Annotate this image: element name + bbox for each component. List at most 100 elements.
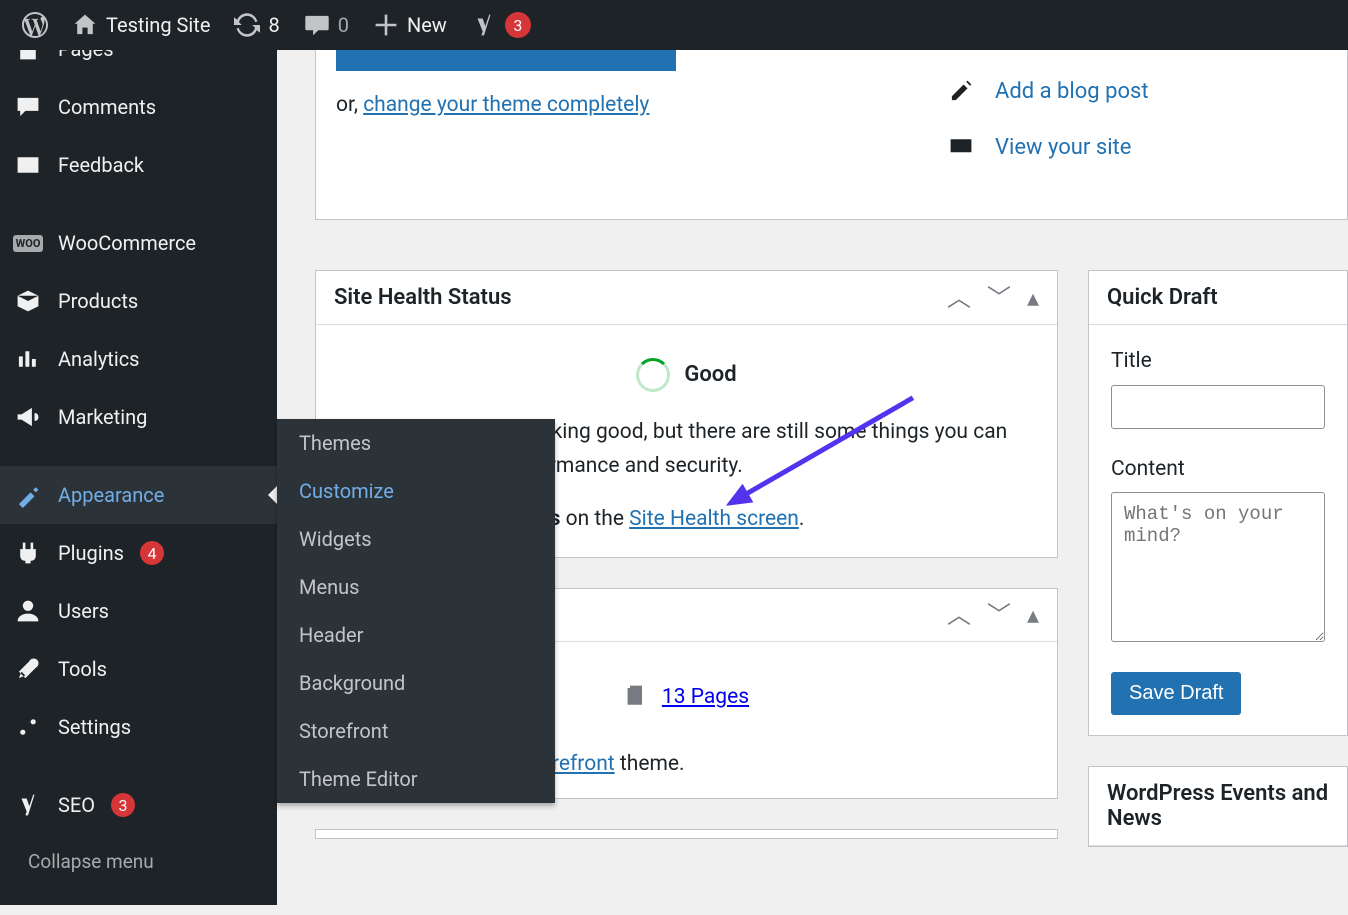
sidebar-item-woocommerce[interactable]: WOO WooCommerce [0, 214, 277, 272]
widget-header: WordPress Events and News [1089, 767, 1347, 846]
yoast-badge: 3 [505, 12, 531, 38]
toggle-icon[interactable]: ▴ [1027, 603, 1039, 627]
draft-title-input[interactable] [1111, 385, 1325, 429]
pages-count-link[interactable]: 13 Pages [662, 685, 749, 709]
status-label: Good [684, 357, 736, 392]
submenu-item-widgets[interactable]: Widgets [277, 515, 555, 563]
appearance-icon [14, 481, 42, 509]
status-row: Good [338, 357, 1035, 392]
sidebar-item-seo[interactable]: SEO 3 [0, 776, 277, 834]
sidebar-item-settings[interactable]: Settings [0, 698, 277, 756]
quick-draft-widget: Quick Draft Title Content Save Draft [1088, 270, 1348, 736]
save-draft-button[interactable]: Save Draft [1111, 672, 1241, 715]
site-title: Testing Site [106, 13, 210, 37]
wp-logo-menu[interactable] [10, 0, 60, 50]
new-content-menu[interactable]: New [361, 0, 459, 50]
change-theme-link[interactable]: change your theme completely [363, 93, 649, 117]
sidebar-item-comments[interactable]: Comments [0, 78, 277, 136]
move-up-icon[interactable]: ︿ [947, 603, 971, 627]
toggle-icon[interactable]: ▴ [1027, 286, 1039, 310]
admin-sidebar: Pages Comments Feedback WOO WooCommerce … [0, 50, 277, 905]
events-widget: WordPress Events and News [1088, 766, 1348, 847]
change-theme-row: or, change your theme completely [336, 93, 947, 117]
welcome-view-site[interactable]: View your site [947, 133, 1327, 161]
woocommerce-icon: WOO [14, 229, 42, 257]
widget-header: Site Health Status ︿ ﹀ ▴ [316, 271, 1057, 325]
sidebar-item-label: SEO [58, 793, 95, 817]
sidebar-item-appearance[interactable]: Appearance [0, 466, 277, 524]
title-field-label: Title [1111, 345, 1325, 379]
yoast-icon [471, 12, 497, 38]
updates-link[interactable]: 8 [222, 0, 291, 50]
widget-actions: ︿ ﹀ ▴ [947, 603, 1039, 627]
status-circle-icon [636, 358, 670, 392]
feedback-icon [14, 151, 42, 179]
welcome-link[interactable]: Add a blog post [995, 79, 1149, 104]
products-icon [14, 287, 42, 315]
widget-title: WordPress Events and News [1107, 781, 1329, 831]
comments-link[interactable]: 0 [292, 0, 361, 50]
settings-icon [14, 713, 42, 741]
welcome-add-blog-post[interactable]: Add a blog post [947, 77, 1327, 105]
submenu-item-themes[interactable]: Themes [277, 419, 555, 467]
comments-count: 0 [338, 13, 349, 37]
marketing-icon [14, 403, 42, 431]
pages-stack-icon [624, 682, 648, 712]
sidebar-item-analytics[interactable]: Analytics [0, 330, 277, 388]
sidebar-item-users[interactable]: Users [0, 582, 277, 640]
admin-bar: Testing Site 8 0 New 3 [0, 0, 1348, 50]
sidebar-item-feedback[interactable]: Feedback [0, 136, 277, 194]
submenu-item-storefront[interactable]: Storefront [277, 707, 555, 755]
updates-count: 8 [268, 13, 279, 37]
content-field-label: Content [1111, 453, 1325, 487]
users-icon [14, 597, 42, 625]
sidebar-item-label: Feedback [58, 153, 144, 177]
sidebar-item-label: Tools [58, 657, 107, 681]
submenu-item-header[interactable]: Header [277, 611, 555, 659]
sidebar-item-label: Appearance [58, 483, 164, 507]
submenu-item-background[interactable]: Background [277, 659, 555, 707]
widget-body: Title Content Save Draft [1089, 325, 1347, 735]
submenu-item-menus[interactable]: Menus [277, 563, 555, 611]
sidebar-item-label: Users [58, 599, 109, 623]
widget-title: Quick Draft [1107, 285, 1218, 310]
plus-icon [373, 12, 399, 38]
sidebar-item-plugins[interactable]: Plugins 4 [0, 524, 277, 582]
sidebar-item-label: Plugins [58, 541, 124, 565]
move-down-icon[interactable]: ﹀ [987, 603, 1011, 627]
plugins-icon [14, 539, 42, 567]
yoast-menu[interactable]: 3 [459, 0, 543, 50]
sidebar-item-tools[interactable]: Tools [0, 640, 277, 698]
draft-content-textarea[interactable] [1111, 492, 1325, 642]
site-home-link[interactable]: Testing Site [60, 0, 222, 50]
analytics-icon [14, 345, 42, 373]
comments-icon [14, 93, 42, 121]
move-up-icon[interactable]: ︿ [947, 286, 971, 310]
collapse-label: Collapse menu [28, 850, 154, 873]
sidebar-item-label: WooCommerce [58, 231, 196, 255]
view-site-icon [947, 133, 975, 161]
submenu-item-theme-editor[interactable]: Theme Editor [277, 755, 555, 803]
move-down-icon[interactable]: ﹀ [987, 286, 1011, 310]
next-widget-top [315, 829, 1058, 839]
sidebar-item-products[interactable]: Products [0, 272, 277, 330]
appearance-submenu: Themes Customize Widgets Menus Header Ba… [277, 419, 555, 803]
tools-icon [14, 655, 42, 683]
sidebar-item-label: Products [58, 289, 138, 313]
seo-icon [14, 791, 42, 819]
welcome-link[interactable]: View your site [995, 135, 1131, 160]
sidebar-item-label: Marketing [58, 405, 147, 429]
widget-header: Quick Draft [1089, 271, 1347, 325]
site-health-screen-link[interactable]: Site Health screen [629, 507, 799, 531]
plugins-badge: 4 [140, 541, 164, 565]
sidebar-item-label: Settings [58, 715, 131, 739]
sidebar-item-label: Comments [58, 95, 156, 119]
submenu-item-customize[interactable]: Customize [277, 467, 555, 515]
seo-badge: 3 [111, 793, 135, 817]
comment-icon [304, 12, 330, 38]
collapse-menu-button[interactable]: Collapse menu [0, 834, 277, 888]
new-label: New [407, 13, 447, 37]
write-icon [947, 77, 975, 105]
sidebar-item-label: Analytics [58, 347, 140, 371]
sidebar-item-marketing[interactable]: Marketing [0, 388, 277, 446]
